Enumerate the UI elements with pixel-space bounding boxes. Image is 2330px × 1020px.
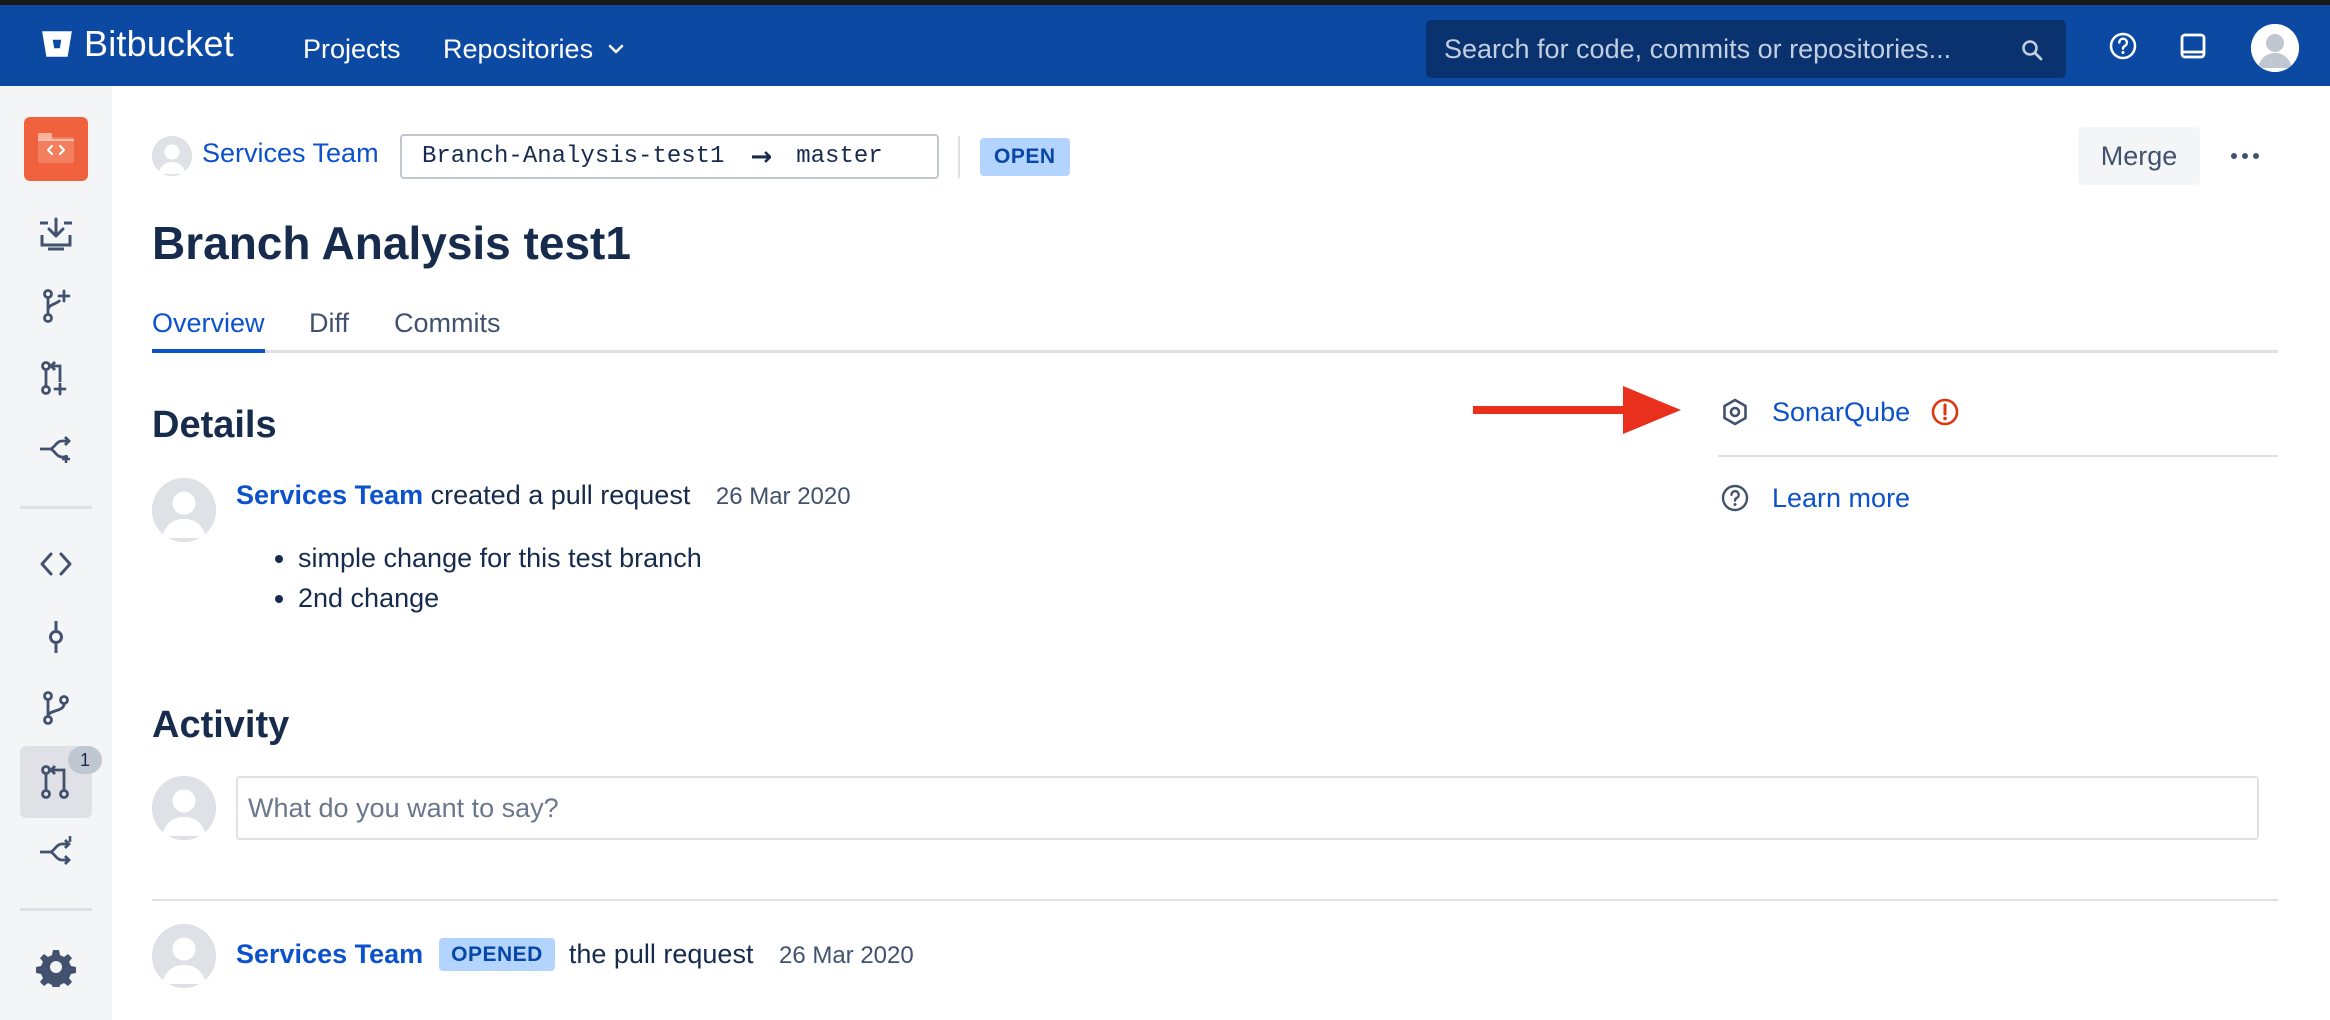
create-pull-request-icon[interactable] bbox=[36, 358, 76, 398]
tab-diff[interactable]: Diff bbox=[309, 308, 349, 353]
event-date: 26 Mar 2020 bbox=[778, 942, 914, 969]
description-list: simple change for this test branch 2nd c… bbox=[298, 538, 702, 618]
current-user-avatar bbox=[152, 776, 216, 840]
header-divider bbox=[958, 136, 960, 178]
event-text: the pull request bbox=[568, 939, 754, 969]
chevron-down-icon bbox=[608, 44, 624, 54]
target-branch: master bbox=[796, 143, 883, 170]
user-silhouette-icon bbox=[2251, 24, 2299, 72]
warning-icon bbox=[1931, 398, 1959, 426]
fork-icon[interactable] bbox=[36, 429, 76, 469]
more-actions-button[interactable] bbox=[2220, 131, 2270, 181]
search-input[interactable] bbox=[1444, 30, 2004, 68]
sidebar-divider bbox=[20, 506, 92, 509]
user-avatar[interactable] bbox=[2251, 24, 2299, 72]
clone-icon[interactable] bbox=[36, 213, 76, 253]
commit-icon[interactable] bbox=[36, 617, 76, 657]
help-icon bbox=[1721, 484, 1749, 512]
author-link[interactable]: Services Team bbox=[236, 480, 423, 510]
user-silhouette-icon bbox=[152, 478, 216, 542]
activity-event: Services Team OPENED the pull request 26 M… bbox=[236, 938, 914, 971]
sonarqube-link[interactable]: SonarQube bbox=[1772, 397, 1910, 428]
activity-heading: Activity bbox=[152, 704, 290, 746]
forks-icon[interactable] bbox=[36, 832, 76, 872]
nav-repositories-label: Repositories bbox=[443, 34, 594, 64]
main-content: Services Team Branch-Analysis-test1 → ma… bbox=[152, 86, 2278, 1020]
nav-projects-label: Projects bbox=[303, 34, 401, 64]
bitbucket-bucket-icon bbox=[42, 31, 72, 57]
code-icon[interactable] bbox=[36, 544, 76, 584]
repository-avatar[interactable] bbox=[24, 117, 88, 181]
details-date: 26 Mar 2020 bbox=[715, 483, 851, 510]
list-item: simple change for this test branch bbox=[298, 538, 702, 578]
annotation-arrow-icon bbox=[1473, 386, 1681, 434]
merge-button[interactable]: Merge bbox=[2078, 127, 2200, 185]
nav-projects-link[interactable]: Projects bbox=[303, 29, 401, 69]
author-avatar[interactable] bbox=[152, 478, 216, 542]
search-box bbox=[1426, 20, 2066, 78]
learn-more-link[interactable]: Learn more bbox=[1772, 483, 1910, 514]
notification-icon[interactable] bbox=[2176, 29, 2210, 63]
sonarqube-integration[interactable]: SonarQube bbox=[1720, 390, 1960, 434]
comment-input[interactable] bbox=[236, 776, 2259, 840]
branch-comparison[interactable]: Branch-Analysis-test1 → master bbox=[400, 134, 939, 179]
hexagon-icon bbox=[1723, 398, 1747, 426]
pull-request-count-badge: 1 bbox=[68, 746, 102, 774]
page-title: Branch Analysis test1 bbox=[152, 217, 631, 269]
status-badge: OPEN bbox=[980, 138, 1070, 176]
repository-code-icon bbox=[38, 133, 74, 163]
event-author-avatar[interactable] bbox=[152, 924, 216, 988]
activity-divider bbox=[152, 899, 2278, 901]
owner-avatar[interactable] bbox=[152, 136, 192, 176]
opened-badge: OPENED bbox=[439, 938, 555, 971]
top-navigation-bar: Bitbucket Projects Repositories bbox=[0, 0, 2330, 86]
search-icon[interactable] bbox=[2020, 38, 2044, 62]
right-panel-divider bbox=[1718, 455, 2278, 457]
help-icon[interactable] bbox=[2106, 29, 2140, 63]
repository-sidebar: 1 bbox=[0, 86, 112, 1020]
owner-link[interactable]: Services Team bbox=[202, 138, 379, 169]
learn-more-item[interactable]: Learn more bbox=[1720, 476, 1910, 520]
arrow-right-icon: → bbox=[750, 141, 773, 172]
brand-name: Bitbucket bbox=[84, 23, 234, 64]
details-author-line: Services Team created a pull request 26 … bbox=[236, 480, 851, 511]
nav-repositories-dropdown[interactable]: Repositories bbox=[443, 29, 625, 69]
details-action-text: created a pull request bbox=[430, 480, 691, 510]
bitbucket-logo[interactable]: Bitbucket bbox=[40, 19, 234, 69]
create-branch-icon[interactable] bbox=[36, 286, 76, 326]
user-silhouette-icon bbox=[152, 924, 216, 988]
details-heading: Details bbox=[152, 404, 277, 446]
pull-request-tabs: Overview Diff Commits bbox=[152, 308, 2278, 353]
gear-icon[interactable] bbox=[36, 947, 76, 987]
tab-commits[interactable]: Commits bbox=[394, 308, 501, 353]
event-author-link[interactable]: Services Team bbox=[236, 939, 423, 969]
user-silhouette-icon bbox=[152, 136, 192, 176]
more-icon bbox=[2231, 153, 2259, 159]
user-silhouette-icon bbox=[152, 776, 216, 840]
sidebar-divider bbox=[20, 908, 92, 911]
list-item: 2nd change bbox=[298, 578, 702, 618]
branches-icon[interactable] bbox=[36, 688, 76, 728]
tab-overview[interactable]: Overview bbox=[152, 308, 265, 353]
source-branch: Branch-Analysis-test1 bbox=[422, 143, 725, 170]
